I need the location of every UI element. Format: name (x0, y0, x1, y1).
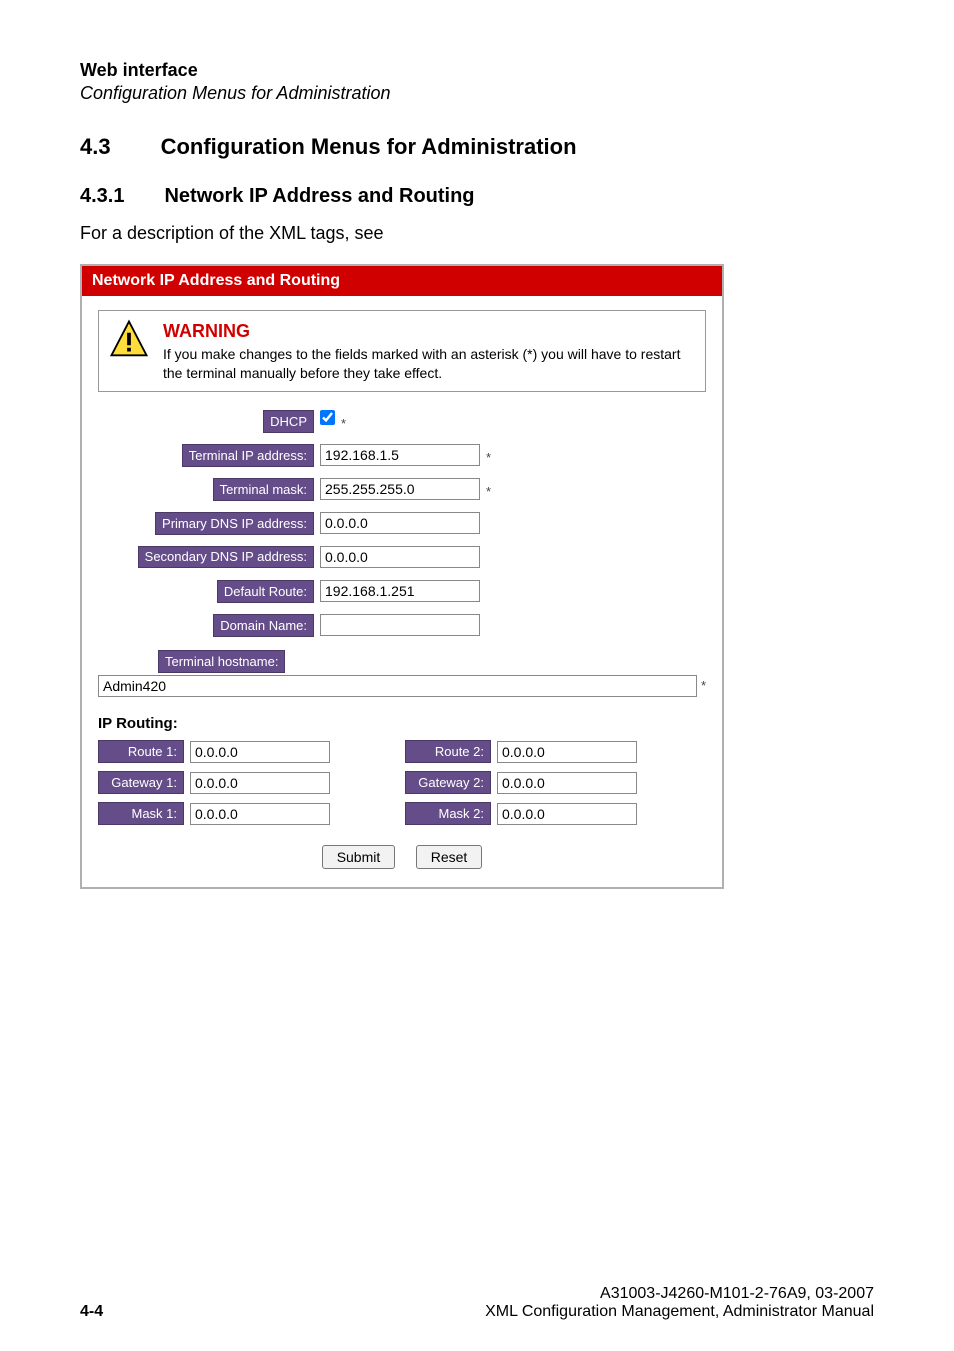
mask1-label: Mask 1: (98, 802, 184, 825)
header-italic: Configuration Menus for Administration (80, 83, 874, 104)
terminal-mask-input[interactable] (320, 478, 480, 500)
primary-dns-input[interactable] (320, 512, 480, 534)
section-number: 4.3 (80, 134, 111, 160)
domain-name-label: Domain Name: (213, 614, 314, 637)
terminal-hostname-input[interactable] (98, 675, 697, 697)
config-panel: Network IP Address and Routing WARNING I… (80, 264, 724, 889)
page-number: 4-4 (80, 1303, 103, 1321)
mask1-input[interactable] (190, 803, 330, 825)
route1-label: Route 1: (98, 740, 184, 763)
secondary-dns-label: Secondary DNS IP address: (138, 546, 314, 568)
mask2-input[interactable] (497, 803, 637, 825)
route1-input[interactable] (190, 741, 330, 763)
page-footer: 4-4 A31003-J4260-M101-2-76A9, 03-2007 XM… (80, 1285, 874, 1321)
terminal-ip-label: Terminal IP address: (182, 444, 314, 467)
doc-id: A31003-J4260-M101-2-76A9, 03-2007 (600, 1285, 874, 1302)
domain-name-input[interactable] (320, 614, 480, 636)
subsection-number: 4.3.1 (80, 185, 124, 208)
warning-icon (109, 319, 149, 359)
gateway1-label: Gateway 1: (98, 771, 184, 794)
panel-title: Network IP Address and Routing (82, 266, 722, 296)
dhcp-checkbox[interactable] (320, 410, 335, 425)
intro-text: For a description of the XML tags, see (80, 223, 874, 244)
route2-label: Route 2: (405, 740, 491, 763)
gateway1-input[interactable] (190, 772, 330, 794)
ip-routing-heading: IP Routing: (98, 715, 706, 732)
section-title: Configuration Menus for Administration (161, 134, 577, 160)
terminal-ip-star: * (486, 450, 491, 465)
warning-body: If you make changes to the fields marked… (163, 346, 680, 381)
secondary-dns-input[interactable] (320, 546, 480, 568)
terminal-hostname-label: Terminal hostname: (158, 650, 285, 673)
terminal-mask-label: Terminal mask: (213, 478, 314, 501)
warning-text: WARNING If you make changes to the field… (163, 319, 695, 383)
subsection-heading-4-3-1: 4.3.1 Network IP Address and Routing (80, 185, 874, 208)
header-bold: Web interface (80, 60, 874, 81)
route2-input[interactable] (497, 741, 637, 763)
reset-button[interactable]: Reset (416, 845, 483, 869)
mask2-label: Mask 2: (405, 802, 491, 825)
section-heading-4-3: 4.3 Configuration Menus for Administrati… (80, 134, 874, 160)
subsection-title: Network IP Address and Routing (164, 185, 474, 208)
dhcp-label: DHCP (263, 410, 314, 433)
page-header: Web interface Configuration Menus for Ad… (80, 60, 874, 104)
doc-name: XML Configuration Management, Administra… (485, 1303, 874, 1320)
default-route-label: Default Route: (217, 580, 314, 603)
gateway2-label: Gateway 2: (405, 771, 491, 794)
gateway2-input[interactable] (497, 772, 637, 794)
warning-heading: WARNING (163, 319, 695, 343)
warning-box: WARNING If you make changes to the field… (98, 310, 706, 392)
terminal-mask-star: * (486, 484, 491, 499)
submit-button[interactable]: Submit (322, 845, 396, 869)
terminal-ip-input[interactable] (320, 444, 480, 466)
dhcp-star: * (341, 416, 346, 431)
primary-dns-label: Primary DNS IP address: (155, 512, 314, 535)
default-route-input[interactable] (320, 580, 480, 602)
terminal-hostname-star: * (701, 678, 706, 693)
